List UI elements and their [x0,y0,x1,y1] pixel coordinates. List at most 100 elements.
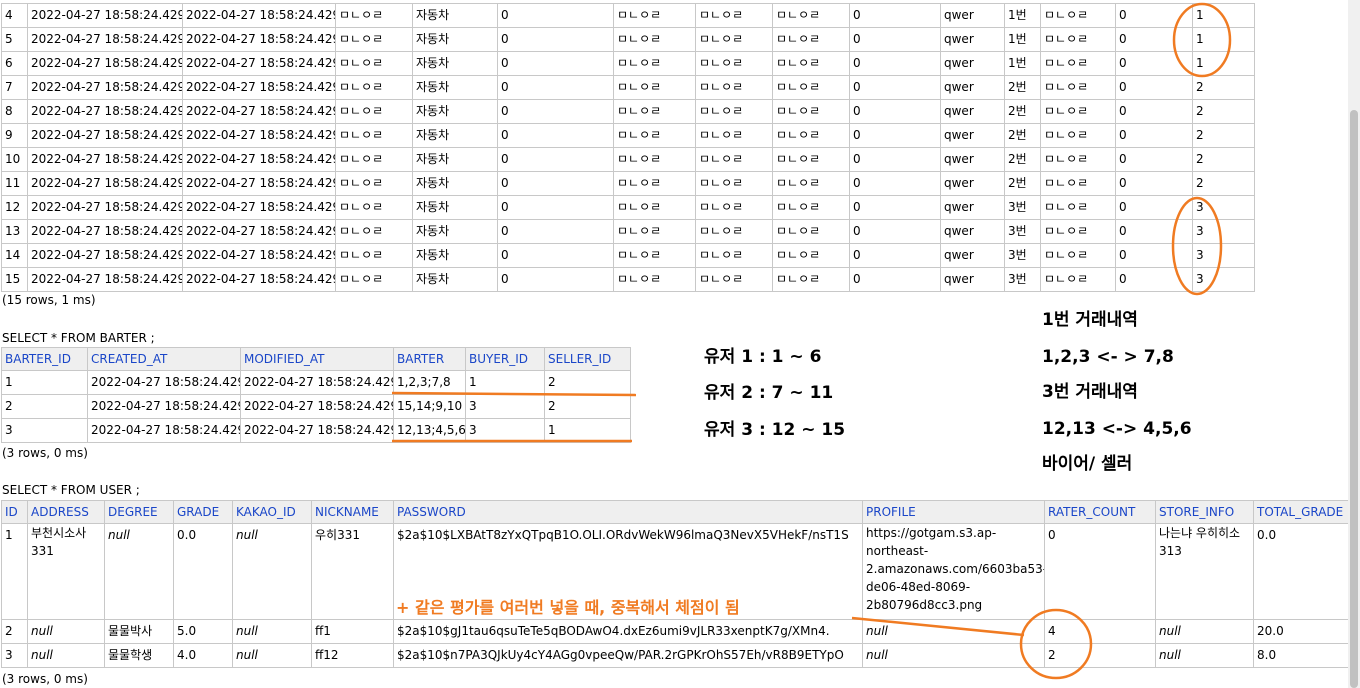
note-duplicate-rating: + 같은 평가를 여러번 넣을 때, 중복해서 체점이 됨 [396,598,740,617]
table-cell: 2022-04-27 18:58:24.429 [182,171,336,196]
table-cell: ㅁㄴㅇㄹ [1040,3,1116,28]
table-cell: ㅁㄴㅇㄹ [335,171,413,196]
table-cell: 0 [1115,147,1193,172]
table-cell: ㅁㄴㅇㄹ [613,243,696,268]
items-table-body: 4 2022-04-27 18:58:24.429 2022-04-27 18:58… [1,3,1255,292]
table-cell: 2022-04-27 18:58:24.429 [240,370,394,395]
note-user1: 유저 1 : 1 ~ 6 [704,347,822,367]
column-header: MODIFIED_AT [240,347,394,371]
table-row: 9 2022-04-27 18:58:24.429 2022-04-27 18:58… [1,123,1255,148]
table-cell: 2022-04-27 18:58:24.429 [27,27,183,52]
table-cell: 2022-04-27 18:58:24.429 [87,418,241,443]
column-header: BARTER [393,347,466,371]
table-cell: ㅁㄴㅇㄹ [1040,51,1116,76]
table-cell: 2 [1192,123,1255,148]
table-cell: 3 [1,418,88,443]
table-cell: 2022-04-27 18:58:24.429 [182,195,336,220]
table-cell: ㅁㄴㅇㄹ [772,99,850,124]
table-cell: 4 [1044,619,1156,644]
table-cell: qwer [940,267,1005,292]
table-cell: ㅁㄴㅇㄹ [1040,123,1116,148]
table-cell: ㅁㄴㅇㄹ [335,99,413,124]
table-cell: 2 [1,394,88,419]
table-row: 12 2022-04-27 18:58:24.429 2022-04-27 18:5… [1,195,1255,220]
table-cell: 6 [1,51,28,76]
table-cell: 1번 [1004,3,1041,28]
note-buyer-seller: 바이어/ 셀러 [1042,454,1133,474]
table-cell: ㅁㄴㅇㄹ [335,267,413,292]
table-cell: 자동차 [412,195,498,220]
table-cell: ㅁㄴㅇㄹ [1040,171,1116,196]
table-cell: 0 [849,267,941,292]
column-header: NICKNAME [311,500,394,524]
barter-query: SELECT * FROM BARTER ; [2,331,155,345]
table-cell: null [1155,619,1254,644]
table-cell: ㅁㄴㅇㄹ [1040,243,1116,268]
table-cell: ㅁㄴㅇㄹ [613,219,696,244]
table-cell: 3번 [1004,267,1041,292]
table-cell: 2번 [1004,171,1041,196]
table-cell: 0 [1044,523,1156,620]
table-cell: 물물학생 [104,643,174,668]
table-cell: 0 [849,123,941,148]
table-cell: 1 [465,370,545,395]
table-cell: 3번 [1004,243,1041,268]
table-cell: 2 [544,370,631,395]
table-cell: ㅁㄴㅇㄹ [695,267,773,292]
table-cell: 2022-04-27 18:58:24.429 [27,123,183,148]
table-cell: ㅁㄴㅇㄹ [613,3,696,28]
table-cell: ff12 [311,643,394,668]
table-cell: 자동차 [412,147,498,172]
table-cell: ff1 [311,619,394,644]
table-cell: 1 [1,523,28,620]
table-cell: 0 [497,75,614,100]
user-status: (3 rows, 0 ms) [2,672,88,686]
table-cell: qwer [940,75,1005,100]
column-header: KAKAO_ID [232,500,312,524]
table-cell: 20.0 [1253,619,1360,644]
table-cell: ㅁㄴㅇㄹ [772,147,850,172]
column-header: BARTER_ID [1,347,88,371]
table-cell: 0 [849,219,941,244]
user-table: ID ADDRESS DEGREE GRADE KAKAO_ID NICKNAME PASS… [1,500,1360,668]
table-cell: ㅁㄴㅇㄹ [335,75,413,100]
table-cell: 0 [497,99,614,124]
column-header: PROFILE [862,500,1045,524]
table-row: 15 2022-04-27 18:58:24.429 2022-04-27 18:5… [1,267,1255,292]
table-cell: 0 [1115,3,1193,28]
table-cell: 2번 [1004,147,1041,172]
table-cell: ㅁㄴㅇㄹ [772,27,850,52]
table-cell: null [27,619,105,644]
vertical-scrollbar[interactable] [1348,0,1360,688]
table-row: 4 2022-04-27 18:58:24.429 2022-04-27 18:58… [1,3,1255,28]
column-header: GRADE [173,500,233,524]
table-cell: 2022-04-27 18:58:24.429 [27,219,183,244]
table-cell: 0 [497,123,614,148]
table-cell: 0 [849,147,941,172]
table-cell: 0 [849,243,941,268]
table-cell: 3 [465,418,545,443]
column-header: RATER_COUNT [1044,500,1156,524]
table-cell: ㅁㄴㅇㄹ [1040,267,1116,292]
table-cell: 자동차 [412,99,498,124]
table-cell: 0 [497,147,614,172]
table-cell: qwer [940,27,1005,52]
table-cell: 2022-04-27 18:58:24.429 [27,171,183,196]
table-cell: 2번 [1004,123,1041,148]
table-cell: 0 [1115,195,1193,220]
note-trade1-detail: 1,2,3 <- > 7,8 [1042,347,1174,367]
table-cell: 5 [1,27,28,52]
scrollbar-thumb[interactable] [1350,110,1358,688]
table-cell: ㅁㄴㅇㄹ [335,3,413,28]
table-cell: ㅁㄴㅇㄹ [695,3,773,28]
table-cell: 9 [1,123,28,148]
table-cell: 2022-04-27 18:58:24.429 [182,123,336,148]
table-cell: qwer [940,195,1005,220]
table-cell: 나는냐 우히히소313 [1155,523,1254,620]
table-row: 2 2022-04-27 18:58:24.429 2022-04-27 18:58… [1,394,631,419]
table-cell: 0 [1115,51,1193,76]
table-cell: 5.0 [173,619,233,644]
table-cell: 0 [1115,171,1193,196]
table-cell: 2022-04-27 18:58:24.429 [240,394,394,419]
table-row: 10 2022-04-27 18:58:24.429 2022-04-27 18:5… [1,147,1255,172]
